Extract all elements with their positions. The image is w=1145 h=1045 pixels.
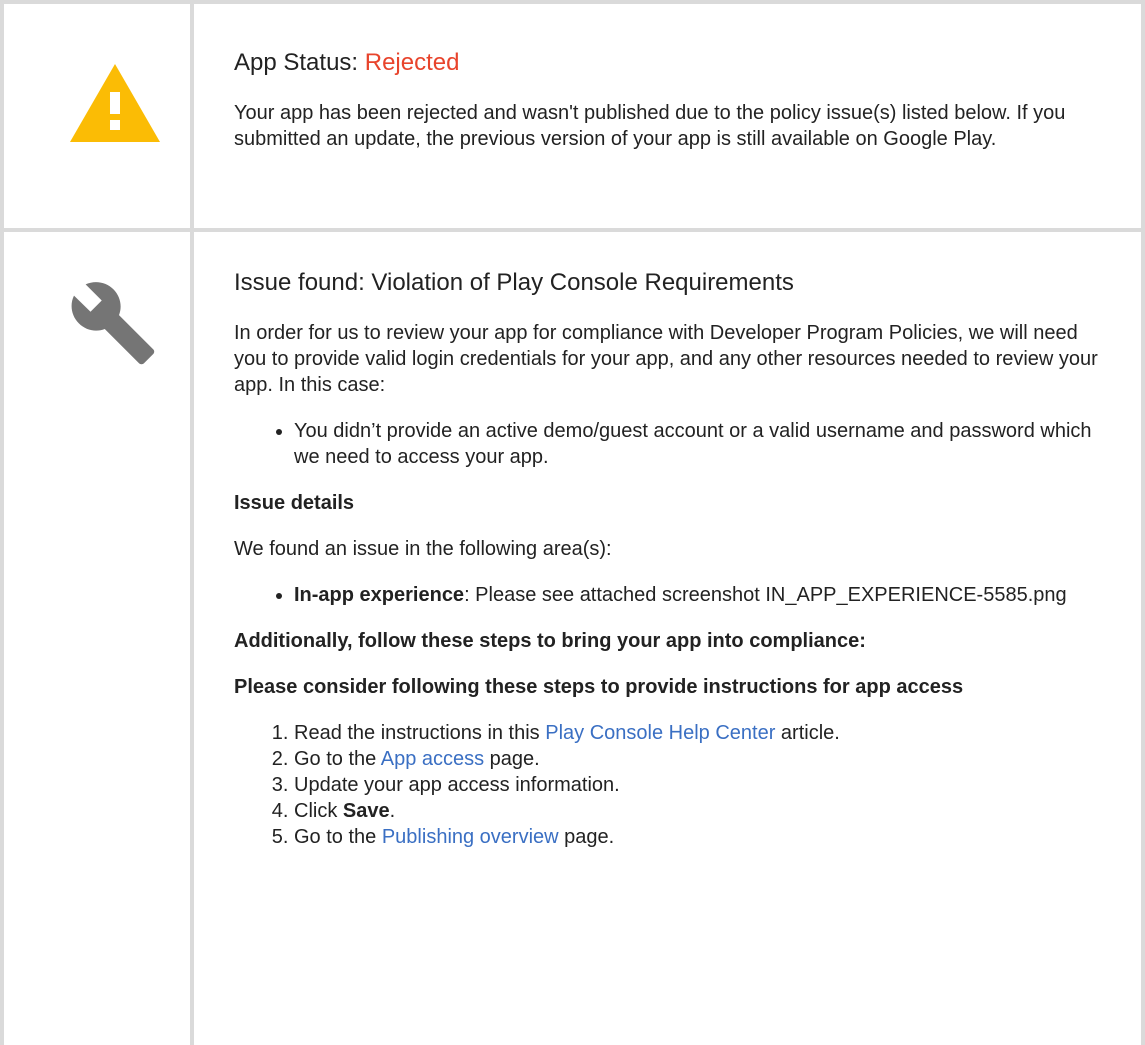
issue-title: Issue found: Violation of Play Console R…: [234, 269, 794, 296]
step-text: Click: [294, 800, 343, 822]
app-access-link[interactable]: App access: [381, 748, 484, 770]
step-text: page.: [484, 748, 540, 770]
issue-bullet-list: You didn’t provide an active demo/guest …: [234, 418, 1111, 470]
app-status-heading: App Status: Rejected: [234, 48, 1111, 78]
column-divider: [190, 4, 194, 228]
issue-details-heading: Issue details: [234, 492, 355, 514]
step-text: article.: [775, 722, 840, 744]
steps-list: Read the instructions in this Play Conso…: [234, 720, 1111, 850]
column-divider: [190, 228, 194, 1045]
step-text: .: [389, 800, 396, 822]
status-content: App Status: Rejected Your app has been r…: [234, 48, 1111, 172]
step-item: Read the instructions in this Play Conso…: [294, 720, 1111, 746]
publishing-overview-link[interactable]: Publishing overview: [382, 826, 559, 848]
issue-row: Issue found: Violation of Play Console R…: [0, 228, 1145, 1045]
app-status-label: App Status:: [234, 49, 365, 76]
issue-details-list: In-app experience: Please see attached s…: [234, 582, 1111, 608]
help-center-link[interactable]: Play Console Help Center: [545, 722, 775, 744]
save-label: Save: [342, 800, 390, 822]
step-text: Go to the: [294, 826, 382, 848]
wrench-icon: [71, 282, 155, 365]
step-text: page.: [558, 826, 615, 848]
issue-content: Issue found: Violation of Play Console R…: [234, 268, 1111, 870]
step-item: Go to the Publishing overview page.: [294, 824, 1111, 850]
step-text: Go to the: [294, 748, 381, 770]
issue-detail-item: In-app experience: Please see attached s…: [294, 582, 1111, 608]
step-text: Read the instructions in this: [294, 722, 546, 744]
step-item: Update your app access information.: [294, 772, 1111, 798]
step-item: Go to the App access page.: [294, 746, 1111, 772]
steps-heading: Please consider following these steps to…: [234, 676, 964, 698]
app-status-value: Rejected: [364, 49, 460, 76]
policy-status-panel: App Status: Rejected Your app has been r…: [0, 0, 1145, 1045]
issue-detail-label: In-app experience: [294, 584, 465, 606]
step-item: Click Save.: [294, 798, 1111, 824]
app-status-row: App Status: Rejected Your app has been r…: [0, 0, 1145, 232]
issue-detail-text: : Please see attached screenshot IN_APP_…: [464, 584, 1067, 606]
issue-bullet: You didn’t provide an active demo/guest …: [294, 418, 1111, 470]
issue-details-intro: We found an issue in the following area(…: [234, 538, 612, 560]
issue-intro: In order for us to review your app for c…: [234, 322, 1098, 396]
warning-icon: [70, 64, 160, 142]
status-description: Your app has been rejected and wasn't pu…: [234, 102, 1066, 150]
additional-steps-heading: Additionally, follow these steps to brin…: [234, 630, 866, 652]
